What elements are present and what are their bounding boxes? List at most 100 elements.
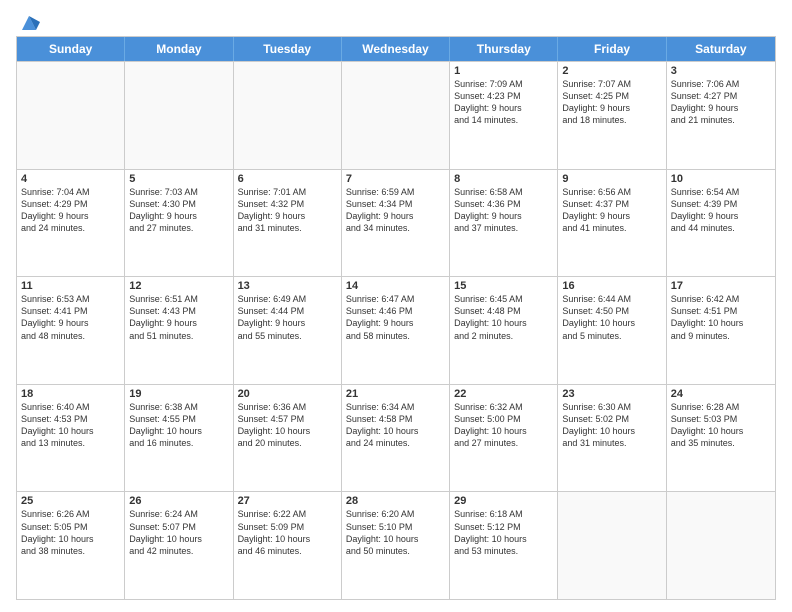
day-number: 29	[454, 495, 553, 507]
day-number: 6	[238, 173, 337, 185]
day-number: 9	[562, 173, 661, 185]
day-info: Sunrise: 6:30 AMSunset: 5:02 PMDaylight:…	[562, 401, 661, 450]
day-info: Sunrise: 6:26 AMSunset: 5:05 PMDaylight:…	[21, 508, 120, 557]
day-cell-4: 4Sunrise: 7:04 AMSunset: 4:29 PMDaylight…	[17, 170, 125, 277]
day-cell-11: 11Sunrise: 6:53 AMSunset: 4:41 PMDayligh…	[17, 277, 125, 384]
day-number: 24	[671, 388, 771, 400]
day-cell-8: 8Sunrise: 6:58 AMSunset: 4:36 PMDaylight…	[450, 170, 558, 277]
day-info: Sunrise: 6:38 AMSunset: 4:55 PMDaylight:…	[129, 401, 228, 450]
day-info: Sunrise: 6:56 AMSunset: 4:37 PMDaylight:…	[562, 186, 661, 235]
day-cell-25: 25Sunrise: 6:26 AMSunset: 5:05 PMDayligh…	[17, 492, 125, 599]
calendar-row-2: 4Sunrise: 7:04 AMSunset: 4:29 PMDaylight…	[17, 169, 775, 277]
day-number: 25	[21, 495, 120, 507]
day-number: 11	[21, 280, 120, 292]
day-info: Sunrise: 6:40 AMSunset: 4:53 PMDaylight:…	[21, 401, 120, 450]
calendar-row-4: 18Sunrise: 6:40 AMSunset: 4:53 PMDayligh…	[17, 384, 775, 492]
day-cell-6: 6Sunrise: 7:01 AMSunset: 4:32 PMDaylight…	[234, 170, 342, 277]
day-cell-29: 29Sunrise: 6:18 AMSunset: 5:12 PMDayligh…	[450, 492, 558, 599]
day-info: Sunrise: 6:34 AMSunset: 4:58 PMDaylight:…	[346, 401, 445, 450]
day-cell-27: 27Sunrise: 6:22 AMSunset: 5:09 PMDayligh…	[234, 492, 342, 599]
calendar-body: 1Sunrise: 7:09 AMSunset: 4:23 PMDaylight…	[17, 61, 775, 599]
day-number: 1	[454, 65, 553, 77]
calendar-row-5: 25Sunrise: 6:26 AMSunset: 5:05 PMDayligh…	[17, 491, 775, 599]
day-number: 10	[671, 173, 771, 185]
header-day-friday: Friday	[558, 37, 666, 61]
day-number: 4	[21, 173, 120, 185]
day-info: Sunrise: 6:22 AMSunset: 5:09 PMDaylight:…	[238, 508, 337, 557]
day-info: Sunrise: 7:04 AMSunset: 4:29 PMDaylight:…	[21, 186, 120, 235]
day-info: Sunrise: 6:28 AMSunset: 5:03 PMDaylight:…	[671, 401, 771, 450]
day-number: 23	[562, 388, 661, 400]
empty-cell	[558, 492, 666, 599]
day-info: Sunrise: 7:07 AMSunset: 4:25 PMDaylight:…	[562, 78, 661, 127]
calendar-row-1: 1Sunrise: 7:09 AMSunset: 4:23 PMDaylight…	[17, 61, 775, 169]
day-info: Sunrise: 7:01 AMSunset: 4:32 PMDaylight:…	[238, 186, 337, 235]
logo	[16, 16, 40, 28]
day-number: 20	[238, 388, 337, 400]
day-info: Sunrise: 6:20 AMSunset: 5:10 PMDaylight:…	[346, 508, 445, 557]
day-info: Sunrise: 6:53 AMSunset: 4:41 PMDaylight:…	[21, 293, 120, 342]
day-info: Sunrise: 6:49 AMSunset: 4:44 PMDaylight:…	[238, 293, 337, 342]
day-number: 15	[454, 280, 553, 292]
day-cell-23: 23Sunrise: 6:30 AMSunset: 5:02 PMDayligh…	[558, 385, 666, 492]
day-cell-28: 28Sunrise: 6:20 AMSunset: 5:10 PMDayligh…	[342, 492, 450, 599]
day-cell-1: 1Sunrise: 7:09 AMSunset: 4:23 PMDaylight…	[450, 62, 558, 169]
day-cell-3: 3Sunrise: 7:06 AMSunset: 4:27 PMDaylight…	[667, 62, 775, 169]
day-number: 18	[21, 388, 120, 400]
day-cell-14: 14Sunrise: 6:47 AMSunset: 4:46 PMDayligh…	[342, 277, 450, 384]
header-day-monday: Monday	[125, 37, 233, 61]
day-cell-9: 9Sunrise: 6:56 AMSunset: 4:37 PMDaylight…	[558, 170, 666, 277]
calendar: SundayMondayTuesdayWednesdayThursdayFrid…	[16, 36, 776, 600]
day-cell-22: 22Sunrise: 6:32 AMSunset: 5:00 PMDayligh…	[450, 385, 558, 492]
day-number: 7	[346, 173, 445, 185]
day-cell-21: 21Sunrise: 6:34 AMSunset: 4:58 PMDayligh…	[342, 385, 450, 492]
day-number: 13	[238, 280, 337, 292]
day-info: Sunrise: 7:09 AMSunset: 4:23 PMDaylight:…	[454, 78, 553, 127]
day-cell-10: 10Sunrise: 6:54 AMSunset: 4:39 PMDayligh…	[667, 170, 775, 277]
day-number: 5	[129, 173, 228, 185]
day-cell-5: 5Sunrise: 7:03 AMSunset: 4:30 PMDaylight…	[125, 170, 233, 277]
day-cell-18: 18Sunrise: 6:40 AMSunset: 4:53 PMDayligh…	[17, 385, 125, 492]
day-info: Sunrise: 7:06 AMSunset: 4:27 PMDaylight:…	[671, 78, 771, 127]
day-info: Sunrise: 6:44 AMSunset: 4:50 PMDaylight:…	[562, 293, 661, 342]
day-cell-12: 12Sunrise: 6:51 AMSunset: 4:43 PMDayligh…	[125, 277, 233, 384]
day-cell-16: 16Sunrise: 6:44 AMSunset: 4:50 PMDayligh…	[558, 277, 666, 384]
day-number: 27	[238, 495, 337, 507]
day-cell-13: 13Sunrise: 6:49 AMSunset: 4:44 PMDayligh…	[234, 277, 342, 384]
empty-cell	[125, 62, 233, 169]
calendar-row-3: 11Sunrise: 6:53 AMSunset: 4:41 PMDayligh…	[17, 276, 775, 384]
day-cell-2: 2Sunrise: 7:07 AMSunset: 4:25 PMDaylight…	[558, 62, 666, 169]
day-info: Sunrise: 6:18 AMSunset: 5:12 PMDaylight:…	[454, 508, 553, 557]
header-day-saturday: Saturday	[667, 37, 775, 61]
day-cell-26: 26Sunrise: 6:24 AMSunset: 5:07 PMDayligh…	[125, 492, 233, 599]
day-info: Sunrise: 6:45 AMSunset: 4:48 PMDaylight:…	[454, 293, 553, 342]
empty-cell	[234, 62, 342, 169]
header-day-sunday: Sunday	[17, 37, 125, 61]
day-number: 2	[562, 65, 661, 77]
page: SundayMondayTuesdayWednesdayThursdayFrid…	[0, 0, 792, 612]
day-cell-20: 20Sunrise: 6:36 AMSunset: 4:57 PMDayligh…	[234, 385, 342, 492]
empty-cell	[667, 492, 775, 599]
logo-icon	[18, 12, 40, 34]
day-number: 8	[454, 173, 553, 185]
day-number: 26	[129, 495, 228, 507]
day-info: Sunrise: 6:32 AMSunset: 5:00 PMDaylight:…	[454, 401, 553, 450]
day-info: Sunrise: 7:03 AMSunset: 4:30 PMDaylight:…	[129, 186, 228, 235]
day-number: 12	[129, 280, 228, 292]
day-number: 19	[129, 388, 228, 400]
day-number: 14	[346, 280, 445, 292]
day-info: Sunrise: 6:42 AMSunset: 4:51 PMDaylight:…	[671, 293, 771, 342]
header-day-thursday: Thursday	[450, 37, 558, 61]
header	[16, 12, 776, 28]
day-info: Sunrise: 6:54 AMSunset: 4:39 PMDaylight:…	[671, 186, 771, 235]
empty-cell	[17, 62, 125, 169]
calendar-header: SundayMondayTuesdayWednesdayThursdayFrid…	[17, 37, 775, 61]
header-day-tuesday: Tuesday	[234, 37, 342, 61]
day-info: Sunrise: 6:51 AMSunset: 4:43 PMDaylight:…	[129, 293, 228, 342]
day-number: 3	[671, 65, 771, 77]
day-cell-15: 15Sunrise: 6:45 AMSunset: 4:48 PMDayligh…	[450, 277, 558, 384]
day-cell-7: 7Sunrise: 6:59 AMSunset: 4:34 PMDaylight…	[342, 170, 450, 277]
day-cell-24: 24Sunrise: 6:28 AMSunset: 5:03 PMDayligh…	[667, 385, 775, 492]
day-number: 21	[346, 388, 445, 400]
day-info: Sunrise: 6:24 AMSunset: 5:07 PMDaylight:…	[129, 508, 228, 557]
